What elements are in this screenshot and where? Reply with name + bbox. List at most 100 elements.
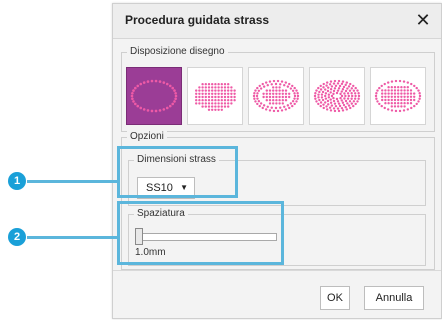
rhinestone-dot bbox=[336, 107, 340, 110]
rhinestone-dot bbox=[340, 99, 343, 102]
rhinestone-dot bbox=[338, 84, 342, 88]
rhinestone-dot bbox=[201, 92, 204, 95]
rhinestone-dot bbox=[387, 98, 390, 102]
rhinestone-dot bbox=[217, 83, 220, 86]
rhinestone-dot bbox=[158, 80, 162, 83]
rhinestone-dot bbox=[317, 102, 320, 106]
rhinestone-dot bbox=[402, 109, 406, 112]
rhinestone-dot bbox=[195, 92, 198, 95]
rhinestone-dot bbox=[320, 96, 324, 99]
rhinestone-dot bbox=[413, 95, 416, 98]
rhinestone-dot bbox=[330, 85, 334, 88]
rhinestone-dot bbox=[291, 100, 295, 103]
rhinestone-dot bbox=[272, 102, 275, 105]
rhinestone-dot bbox=[342, 85, 346, 89]
rhinestone-dot bbox=[256, 102, 259, 106]
callout-badge-2: 2 bbox=[8, 228, 26, 246]
rhinestone-dot bbox=[350, 87, 354, 90]
rhinestone-dot bbox=[275, 99, 278, 102]
rhinestone-dot bbox=[201, 95, 204, 99]
rhinestone-dot bbox=[291, 89, 295, 92]
rhinestone-dot bbox=[397, 95, 400, 98]
rhinestone-dot bbox=[288, 92, 291, 95]
rhinestone-dot bbox=[272, 86, 275, 89]
rhinestone-dot bbox=[201, 105, 204, 108]
rhinestone-dot bbox=[318, 90, 321, 94]
layout-thumb-oval-concentric[interactable] bbox=[309, 67, 365, 125]
rhinestone-dot bbox=[393, 92, 397, 95]
rhinestone-dot bbox=[343, 97, 346, 100]
rhinestone-dot bbox=[406, 102, 409, 105]
rhinestone-dot bbox=[204, 86, 207, 89]
rhinestone-dot bbox=[217, 95, 220, 99]
cancel-button[interactable]: Annulla bbox=[364, 286, 424, 310]
rhinestone-dot bbox=[393, 98, 397, 102]
rhinestone-dot bbox=[375, 97, 378, 100]
ok-button[interactable]: OK bbox=[320, 286, 350, 310]
rhinestone-dot bbox=[281, 95, 284, 99]
rhinestone-dot bbox=[418, 92, 421, 95]
rhinestone-dot bbox=[397, 98, 400, 102]
rhinestone-dot bbox=[378, 102, 381, 106]
rhinestone-dot bbox=[204, 89, 207, 92]
rhinestone-dot bbox=[337, 87, 341, 90]
rhinestone-dot bbox=[397, 105, 400, 108]
rhinestone-dot bbox=[293, 92, 296, 95]
rhinestone-dot bbox=[253, 92, 256, 95]
rhinestone-dot bbox=[289, 87, 293, 90]
rhinestone-dot bbox=[286, 104, 290, 107]
rhinestone-dot bbox=[390, 80, 394, 83]
rhinestone-dot bbox=[313, 94, 317, 98]
callout-box-1 bbox=[117, 146, 238, 198]
rhinestone-dot bbox=[315, 89, 318, 92]
rhinestone-dot bbox=[352, 104, 355, 108]
rhinestone-dot bbox=[268, 95, 272, 99]
rhinestone-dot bbox=[410, 106, 413, 110]
rhinestone-dot bbox=[325, 84, 328, 87]
rhinestone-dot bbox=[165, 82, 169, 86]
rhinestone-dot bbox=[333, 102, 337, 105]
rhinestone-dot bbox=[281, 89, 284, 92]
close-icon[interactable]: ✕ bbox=[413, 10, 433, 30]
rhinestone-dot bbox=[274, 82, 278, 86]
rhinestone-dot bbox=[356, 100, 359, 103]
oval-concentric-icon bbox=[313, 79, 361, 113]
rhinestone-dot bbox=[402, 80, 406, 83]
rhinestone-dot bbox=[410, 82, 413, 86]
rhinestone-dot bbox=[341, 88, 345, 91]
layout-thumb-outline-oval[interactable] bbox=[126, 67, 182, 125]
rhinestone-dot bbox=[353, 97, 357, 100]
rhinestone-dot bbox=[403, 92, 406, 95]
rhinestone-dot bbox=[319, 101, 323, 104]
options-group-label: Opzioni bbox=[127, 130, 167, 144]
rhinestone-dot bbox=[174, 97, 177, 101]
rhinestone-dot bbox=[288, 82, 291, 86]
rhinestone-dot bbox=[329, 98, 332, 101]
rhinestone-dot bbox=[319, 84, 322, 88]
rhinestone-dot bbox=[397, 102, 400, 105]
rhinestone-dot bbox=[136, 104, 140, 108]
rhinestone-dot bbox=[343, 92, 346, 95]
layout-thumb-filled-oval[interactable] bbox=[187, 67, 243, 125]
rhinestone-dot bbox=[330, 94, 334, 98]
rhinestone-dot bbox=[278, 95, 281, 99]
rhinestone-dot bbox=[233, 95, 236, 99]
rhinestone-dot bbox=[387, 89, 390, 92]
rhinestone-dot bbox=[384, 92, 387, 95]
rhinestone-dot bbox=[207, 86, 211, 89]
rhinestone-dot bbox=[258, 84, 261, 88]
rhinestone-dot bbox=[354, 94, 357, 98]
rhinestone-dot bbox=[293, 97, 296, 100]
layout-thumb-oval-ring-fill[interactable] bbox=[248, 67, 304, 125]
rhinestone-dot bbox=[289, 102, 293, 105]
rhinestone-dot bbox=[314, 92, 317, 95]
layout-thumb-oval-grid[interactable] bbox=[370, 67, 426, 125]
rhinestone-dot bbox=[256, 86, 259, 90]
rhinestone-dot bbox=[390, 86, 393, 89]
rhinestone-dot bbox=[220, 102, 223, 105]
rhinestone-dot bbox=[344, 83, 347, 87]
rhinestone-dot bbox=[357, 97, 360, 100]
rhinestone-dot bbox=[227, 105, 230, 108]
rhinestone-dot bbox=[332, 89, 336, 93]
rhinestone-dot bbox=[332, 82, 336, 85]
